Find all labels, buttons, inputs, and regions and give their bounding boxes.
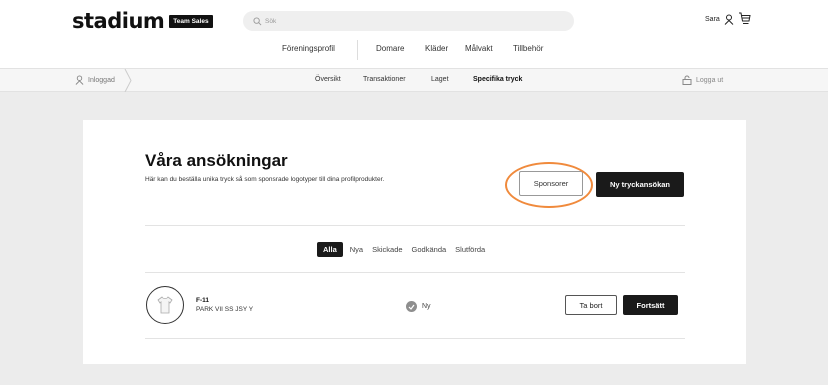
filter-skickade[interactable]: Skickade	[372, 245, 402, 254]
applications-card: Våra ansökningar Här kan du beställa uni…	[83, 120, 746, 364]
filter-alla[interactable]: Alla	[317, 242, 343, 257]
stadium-logo[interactable]: stadium Team Sales	[72, 9, 213, 33]
check-icon	[406, 301, 417, 312]
login-status: Inloggad	[75, 75, 115, 85]
lock-icon	[682, 75, 692, 85]
jersey-icon	[157, 296, 173, 314]
tab-oversikt[interactable]: Översikt	[315, 76, 341, 83]
tab-laget[interactable]: Laget	[431, 76, 449, 83]
logo-wordmark: stadium	[72, 9, 165, 33]
tab-specifika-tryck[interactable]: Specifika tryck	[473, 76, 522, 83]
new-request-button[interactable]: Ny tryckansökan	[596, 172, 684, 197]
nav-divider	[357, 40, 358, 60]
user-menu[interactable]: Sara	[705, 14, 734, 25]
nav-tillbehor[interactable]: Tillbehör	[513, 44, 543, 53]
nav-domare[interactable]: Domare	[376, 44, 404, 53]
page-title: Våra ansökningar	[145, 151, 288, 170]
search-placeholder: Sök	[265, 17, 277, 25]
status-badge: Ny	[406, 301, 431, 312]
continue-button[interactable]: Fortsätt	[623, 295, 678, 315]
user-name: Sara	[705, 16, 720, 23]
nav-malvakt[interactable]: Målvakt	[465, 44, 493, 53]
main-nav: Föreningsprofil Domare Kläder Målvakt Ti…	[0, 40, 828, 60]
search-input[interactable]: Sök	[243, 11, 574, 31]
account-bar: Inloggad Översikt Transaktioner Laget Sp…	[0, 68, 828, 92]
status-filters: Alla Nya Skickade Godkända Slutförda	[317, 242, 494, 257]
divider	[145, 225, 685, 226]
breadcrumb-chevron-icon	[124, 69, 132, 92]
product-name: PARK VII SS JSY Y	[196, 306, 254, 313]
filter-nya[interactable]: Nya	[350, 245, 363, 254]
site-header: stadium Team Sales Sök Sara Föreningspro…	[0, 0, 828, 68]
highlight-circle	[505, 162, 593, 208]
cart-icon[interactable]	[738, 12, 751, 25]
user-icon	[75, 75, 84, 85]
team-sales-badge: Team Sales	[169, 14, 213, 28]
product-thumbnail	[146, 286, 184, 324]
filter-slutforda[interactable]: Slutförda	[455, 245, 485, 254]
login-status-label: Inloggad	[88, 76, 115, 84]
logout-link[interactable]: Logga ut	[682, 75, 723, 85]
request-code: F-11	[196, 297, 210, 304]
page-subtitle: Här kan du beställa unika tryck så som s…	[145, 176, 385, 183]
remove-button[interactable]: Ta bort	[565, 295, 617, 315]
nav-foreningsprofil[interactable]: Föreningsprofil	[282, 44, 335, 53]
status-label: Ny	[422, 303, 431, 310]
user-icon	[724, 14, 734, 25]
search-icon	[253, 16, 262, 25]
divider	[145, 338, 685, 339]
logout-label: Logga ut	[696, 76, 724, 84]
filter-godkanda[interactable]: Godkända	[412, 245, 447, 254]
nav-klader[interactable]: Kläder	[425, 44, 448, 53]
tab-transaktioner[interactable]: Transaktioner	[363, 76, 406, 83]
divider	[145, 272, 685, 273]
